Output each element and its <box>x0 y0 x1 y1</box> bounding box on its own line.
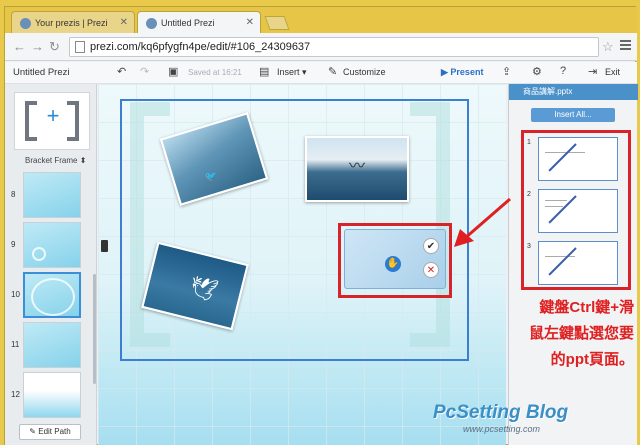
tab-strip: Your prezis | Prezi ✕ Untitled Prezi ✕ <box>5 7 637 33</box>
prezi-canvas[interactable]: 🐦 〰 🕊 ✋ ✔ ✕ <box>98 84 506 445</box>
bracket-frame-button[interactable]: + <box>14 92 90 150</box>
collapse-handle[interactable] <box>101 240 108 252</box>
ppt-slide-list: 1 2 3 <box>521 130 631 290</box>
editor-header: Untitled Prezi ↶ ↷ ▣ Saved at 16:21 ▤ In… <box>5 62 637 84</box>
url-text: prezi.com/kq6pfygfn4pe/edit/#106_2430963… <box>90 41 311 53</box>
ppt-slide[interactable]: 1 <box>527 137 618 181</box>
ppt-slide[interactable]: 3 <box>527 241 618 285</box>
prezi-title[interactable]: Untitled Prezi <box>13 67 70 78</box>
edit-path-button[interactable]: ✎ Edit Path <box>19 424 81 440</box>
page-icon <box>75 41 85 53</box>
annotation-line: 鍵盤Ctrl鍵+滑 <box>539 299 634 316</box>
path-thumbnails: 8 9 10 11 12 <box>5 170 97 420</box>
frame-sidebar: + Bracket Frame ⬍ 8 9 10 11 12 ✎ Edit Pa… <box>5 84 97 445</box>
prezi-editor: Untitled Prezi ↶ ↷ ▣ Saved at 16:21 ▤ In… <box>5 62 638 445</box>
close-icon[interactable]: ✕ <box>246 12 254 34</box>
path-step[interactable]: 12 <box>5 370 97 420</box>
add-icon: + <box>46 103 60 128</box>
insert-all-button[interactable]: Insert All... <box>531 108 615 122</box>
prezi-favicon-icon <box>20 18 31 30</box>
exit-icon[interactable]: ⇥ <box>588 65 597 78</box>
bookmark-star-icon[interactable]: ☆ <box>602 39 614 55</box>
close-icon[interactable]: ✕ <box>120 12 128 34</box>
ppt-file-name: 商品講解.pptx <box>509 84 638 100</box>
forward-icon[interactable]: → <box>31 39 44 54</box>
address-bar[interactable]: prezi.com/kq6pfygfn4pe/edit/#106_2430963… <box>69 37 599 57</box>
prezi-favicon-icon <box>146 18 157 30</box>
browser-toolbar: ← → ↻ prezi.com/kq6pfygfn4pe/edit/#106_2… <box>5 33 637 61</box>
tab-label: Untitled Prezi <box>161 18 215 28</box>
path-step[interactable]: 9 <box>5 220 97 270</box>
watermark-brand: PcSetting Blog <box>433 402 569 423</box>
help-icon[interactable]: ? <box>560 65 566 77</box>
annotation-line: 的ppt頁面。 <box>550 351 634 368</box>
watermark-site: www.pcsetting.com <box>463 424 541 434</box>
annotation-line: 鼠左鍵點選您要 <box>528 325 634 342</box>
undo-icon[interactable]: ↶ <box>117 65 126 78</box>
present-button[interactable]: ▶ Present <box>441 67 483 78</box>
exit-button[interactable]: Exit <box>605 67 620 77</box>
insert-menu[interactable]: Insert ▾ <box>277 67 307 78</box>
ppt-import-panel: 商品講解.pptx Insert All... 1 2 3 <box>508 84 638 445</box>
customize-button[interactable]: Customize <box>343 67 386 77</box>
path-step[interactable]: 10 <box>5 270 97 320</box>
frame-type-selector[interactable]: Bracket Frame ⬍ <box>25 156 86 165</box>
tab-label: Your prezis | Prezi <box>35 18 108 28</box>
menu-icon[interactable] <box>620 40 631 52</box>
ppt-slide[interactable]: 2 <box>527 189 618 233</box>
annotation-arrow <box>454 197 511 247</box>
reload-icon[interactable]: ↻ <box>49 39 60 55</box>
browser-window: Your prezis | Prezi ✕ Untitled Prezi ✕ ←… <box>4 6 638 445</box>
annotation-text: 鍵盤Ctrl鍵+滑 鼠左鍵點選您要 的ppt頁面。 <box>494 295 634 373</box>
highlight-box <box>338 223 452 298</box>
path-step[interactable]: 8 <box>5 170 97 220</box>
insert-icon[interactable]: ▤ <box>259 65 269 78</box>
back-icon[interactable]: ← <box>13 39 26 54</box>
settings-gear-icon[interactable]: ⚙ <box>532 65 542 78</box>
tab-untitled-prezi[interactable]: Untitled Prezi ✕ <box>137 11 261 33</box>
saved-status: Saved at 16:21 <box>188 68 242 77</box>
path-step[interactable]: 11 <box>5 320 97 370</box>
tab-your-prezis[interactable]: Your prezis | Prezi ✕ <box>11 11 135 33</box>
sidebar-scrollbar[interactable] <box>93 274 96 384</box>
save-icon[interactable]: ▣ <box>168 65 178 78</box>
redo-icon[interactable]: ↷ <box>140 65 149 78</box>
share-icon[interactable]: ⇪ <box>502 65 511 78</box>
customize-icon[interactable]: ✎ <box>328 65 337 78</box>
new-tab-button[interactable] <box>264 16 290 30</box>
